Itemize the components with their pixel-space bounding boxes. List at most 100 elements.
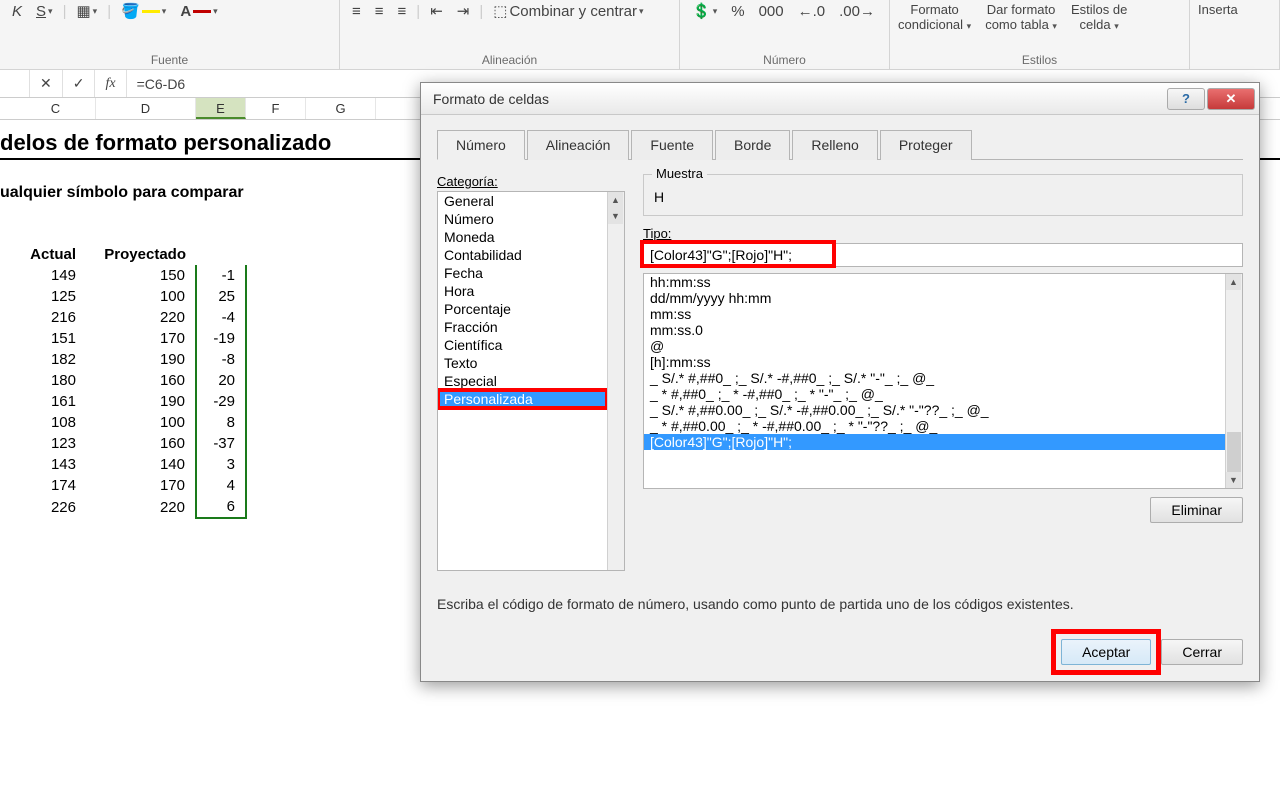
italic-button[interactable]: K [8,3,26,20]
align-left-button[interactable]: ≡ [348,3,365,20]
category-label: Categoría: [437,174,625,189]
merge-center-button[interactable]: ⬚ Combinar y centrar ▾ [489,2,647,20]
tab-relleno[interactable]: Relleno [792,130,877,160]
table-row[interactable]: 18016020 [0,370,246,391]
type-listbox[interactable]: hh:mm:ssdd/mm/yyyy hh:mmmm:ssmm:ss.0@[h]… [643,273,1243,489]
category-item[interactable]: Científica [438,336,607,354]
col-header-c[interactable]: C [16,98,96,119]
th-proyectado: Proyectado [86,244,196,265]
table-row[interactable]: 151170-19 [0,328,246,349]
scroll-up-icon[interactable]: ▲ [608,192,623,208]
currency-button[interactable]: 💲▾ [688,2,721,20]
category-item[interactable]: Hora [438,282,607,300]
type-item[interactable]: [h]:mm:ss [644,354,1225,370]
col-header-d[interactable]: D [96,98,196,119]
dialog-titlebar[interactable]: Formato de celdas ? ✕ [421,83,1259,115]
format-table-button[interactable]: Dar formatocomo tabla ▾ [985,2,1057,32]
tab-proteger[interactable]: Proteger [880,130,972,160]
category-item[interactable]: Especial [438,372,607,390]
table-row[interactable]: 2262206 [0,496,246,518]
ribbon: K S▾ | ▦▾ | 🪣▾ A▾ Fuente ≡ ≡ ≡ | ⇤ ⇥ | ⬚… [0,0,1280,70]
table-row[interactable]: 161190-29 [0,391,246,412]
category-item[interactable]: Personalizada [438,390,607,408]
format-cells-dialog: Formato de celdas ? ✕ NúmeroAlineaciónFu… [420,82,1260,682]
type-item[interactable]: _ * #,##0_ ;_ * -#,##0_ ;_ * "-"_ ;_ @_ [644,386,1225,402]
delete-button[interactable]: Eliminar [1150,497,1243,523]
name-box[interactable] [6,70,30,97]
close-button[interactable]: Cerrar [1161,639,1243,665]
category-item[interactable]: Número [438,210,607,228]
scroll-up-icon[interactable]: ▲ [1226,274,1241,290]
dialog-tabs: NúmeroAlineaciónFuenteBordeRellenoProteg… [437,129,1243,160]
insert-function-button[interactable]: fx [95,70,126,97]
font-color-button[interactable]: A▾ [176,3,221,20]
accept-button[interactable]: Aceptar [1061,639,1151,665]
table-row[interactable]: 12510025 [0,286,246,307]
indent-decrease-button[interactable]: ⇤ [426,2,447,20]
category-item[interactable]: General [438,192,607,210]
col-header-e[interactable]: E [196,98,246,119]
type-item[interactable]: _ * #,##0.00_ ;_ * -#,##0.00_ ;_ * "-"??… [644,418,1225,434]
indent-increase-button[interactable]: ⇥ [453,2,474,20]
decrease-decimal-button[interactable]: .00→ [835,3,879,20]
conditional-format-button[interactable]: Formatocondicional ▾ [898,2,971,32]
category-listbox[interactable]: GeneralNúmeroMonedaContabilidadFechaHora… [437,191,625,571]
type-item[interactable]: [Color43]"G";[Rojo]"H"; [644,434,1225,450]
type-item[interactable]: _ S/.* #,##0.00_ ;_ S/.* -#,##0.00_ ;_ S… [644,402,1225,418]
tab-alineación[interactable]: Alineación [527,130,630,160]
category-item[interactable]: Fracción [438,318,607,336]
align-right-button[interactable]: ≡ [394,3,411,20]
category-item[interactable]: Moneda [438,228,607,246]
group-alineacion: Alineación [348,51,671,69]
group-fuente: Fuente [8,51,331,69]
underline-button[interactable]: S▾ [32,3,57,20]
table-row[interactable]: 216220-4 [0,307,246,328]
table-row[interactable]: 1431403 [0,454,246,475]
col-header-g[interactable]: G [306,98,376,119]
table-row[interactable]: 1081008 [0,412,246,433]
scroll-down-icon[interactable]: ▼ [1226,472,1241,488]
table-row[interactable]: 1741704 [0,475,246,496]
increase-decimal-button[interactable]: ←.0 [794,3,830,20]
type-item[interactable]: @ [644,338,1225,354]
type-item[interactable]: dd/mm/yyyy hh:mm [644,290,1225,306]
enter-formula-button[interactable]: ✓ [63,70,96,97]
cell-styles-button[interactable]: Estilos decelda ▾ [1071,2,1127,32]
type-scrollbar[interactable]: ▲ ▼ [1225,274,1242,488]
thousands-button[interactable]: 000 [755,3,788,20]
tab-borde[interactable]: Borde [715,130,790,160]
sample-value: H [654,189,1232,205]
sample-box: Muestra H [643,174,1243,216]
type-item[interactable]: hh:mm:ss [644,274,1225,290]
scroll-down-icon[interactable]: ▼ [608,208,623,224]
category-item[interactable]: Contabilidad [438,246,607,264]
tab-número[interactable]: Número [437,130,525,160]
group-numero: Número [688,51,881,69]
data-table: Actual Proyectado 149150-112510025216220… [0,244,247,519]
table-row[interactable]: 149150-1 [0,265,246,286]
percent-button[interactable]: % [727,3,748,20]
fill-color-button[interactable]: 🪣▾ [117,2,170,20]
type-item[interactable]: _ S/.* #,##0_ ;_ S/.* -#,##0_ ;_ S/.* "-… [644,370,1225,386]
insert-button[interactable]: Inserta [1198,2,1238,17]
col-header-f[interactable]: F [246,98,306,119]
category-item[interactable]: Porcentaje [438,300,607,318]
instruction-text: Escriba el código de formato de número, … [437,595,1243,615]
dialog-help-button[interactable]: ? [1167,88,1205,110]
table-row[interactable]: 123160-37 [0,433,246,454]
th-actual: Actual [0,244,86,265]
type-input[interactable] [643,243,1243,267]
borders-button[interactable]: ▦▾ [72,2,101,20]
category-item[interactable]: Texto [438,354,607,372]
type-item[interactable]: mm:ss [644,306,1225,322]
align-center-button[interactable]: ≡ [371,3,388,20]
dialog-close-button[interactable]: ✕ [1207,88,1255,110]
type-item[interactable]: mm:ss.0 [644,322,1225,338]
tab-fuente[interactable]: Fuente [631,130,713,160]
table-row[interactable]: 182190-8 [0,349,246,370]
category-scrollbar[interactable]: ▲ ▼ [607,192,624,570]
group-estilos: Estilos [898,51,1181,69]
dialog-title: Formato de celdas [433,91,1167,107]
cancel-formula-button[interactable]: ✕ [30,70,63,97]
category-item[interactable]: Fecha [438,264,607,282]
